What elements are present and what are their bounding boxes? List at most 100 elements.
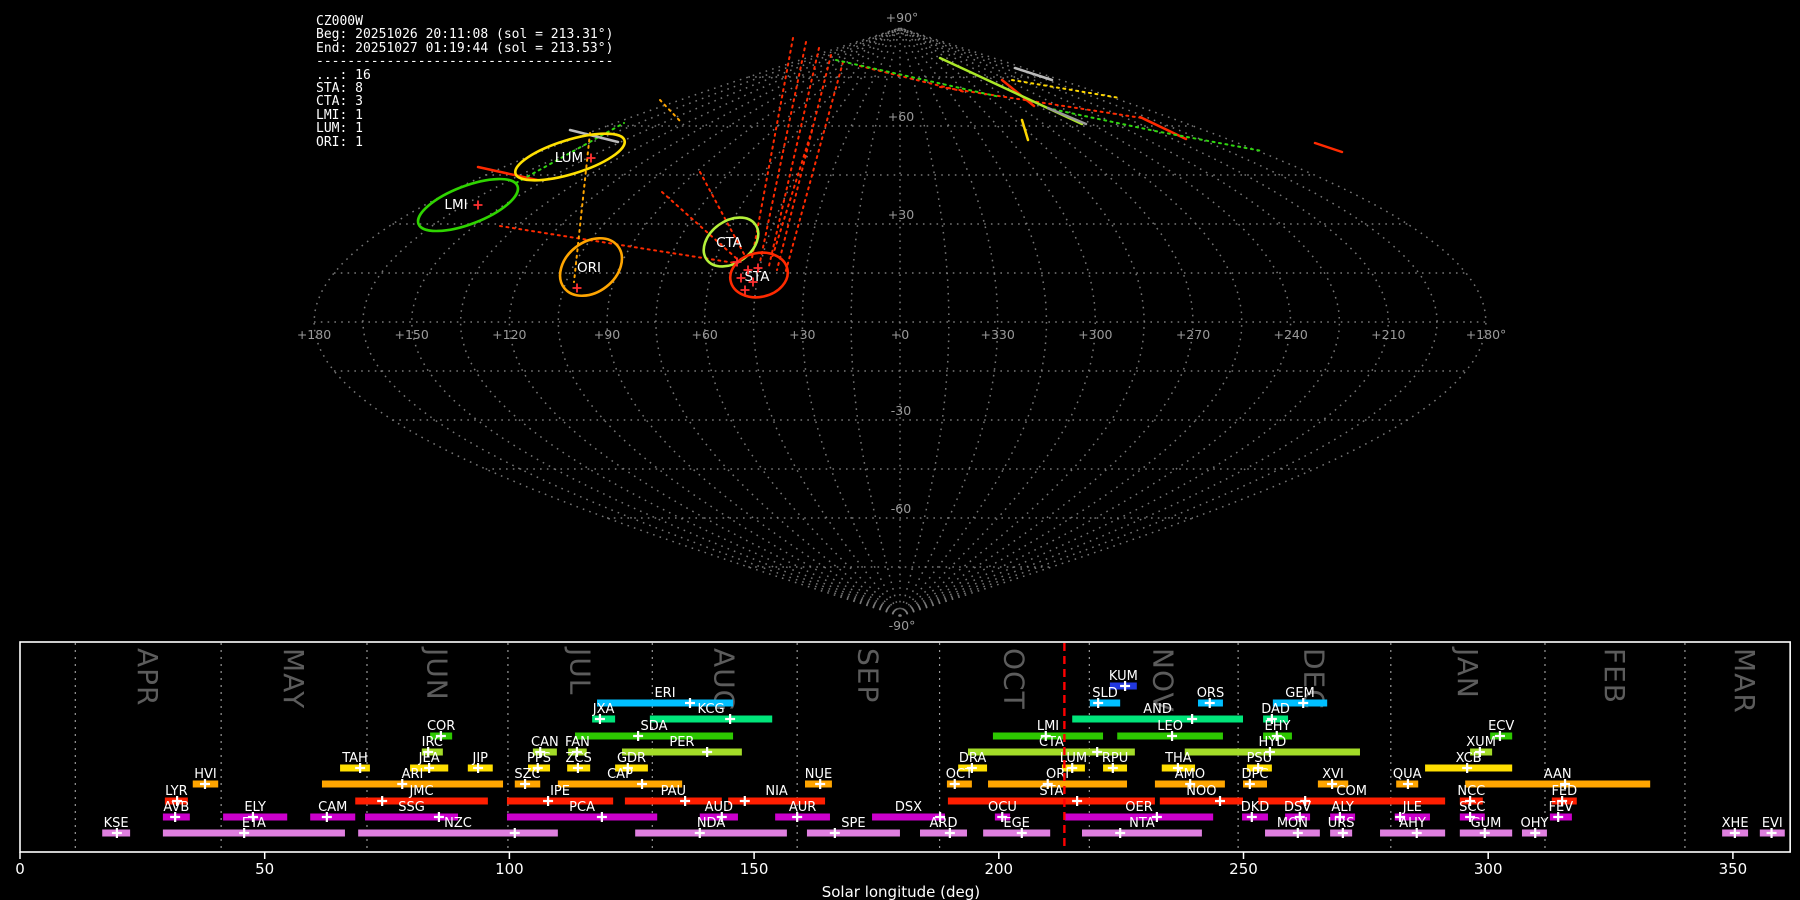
shower-code-label: QUA	[1393, 767, 1422, 782]
shower-code-label: AUD	[705, 800, 733, 815]
longitude-label: +180°	[1466, 327, 1507, 342]
shower-szc: SZC	[514, 767, 541, 789]
shower-jip: JIP	[467, 751, 493, 773]
x-tick-label: 150	[740, 860, 769, 878]
latitude-label: -30	[891, 403, 911, 418]
shower-code-label: PCA	[569, 800, 595, 815]
shower-code-label: JIP	[472, 751, 489, 766]
begin-time: Beg: 20251026 20:11:08 (sol = 213.31°)	[316, 27, 614, 43]
shower-code-label: SZC	[514, 767, 540, 782]
shower-mon: MON	[1265, 816, 1320, 838]
count-sporadic: ...: 16	[316, 67, 371, 83]
meteor-trail	[768, 47, 820, 267]
month-label: SEP	[852, 648, 885, 703]
grid-meridian	[606, 27, 901, 617]
shower-code-label: EVI	[1762, 816, 1783, 831]
longitude-label: +90	[594, 327, 620, 342]
shower-xcb: XCB	[1425, 751, 1513, 773]
shower-code-label: ARD	[930, 816, 958, 831]
shower-code-label: NOO	[1186, 784, 1216, 799]
meteor-trail	[476, 165, 539, 182]
radiant-ellipse-outline	[416, 177, 520, 233]
meteor-trail	[659, 99, 682, 123]
longitude-label: +60	[691, 327, 717, 342]
month-label: APR	[131, 648, 164, 707]
shower-code-label: STA	[1039, 784, 1063, 799]
shower-code-label: AHY	[1399, 816, 1426, 831]
longitude-label: +120	[492, 327, 526, 342]
longitude-label: +180	[297, 327, 331, 342]
month-label: MAY	[277, 648, 310, 709]
shower-code-label: CAM	[318, 800, 347, 815]
shower-code-label: JMC	[408, 784, 433, 799]
shower-code-label: SLD	[1092, 686, 1118, 701]
radiant-ellipse-lmi	[416, 177, 520, 233]
shower-code-label: ORS	[1197, 686, 1225, 701]
shower-code-label: PSU	[1247, 751, 1273, 766]
meteor-trail	[776, 54, 832, 271]
longitude-label: +210	[1371, 327, 1405, 342]
shower-code-label: FED	[1551, 784, 1577, 799]
pole-label-north: +90°	[886, 10, 919, 25]
shower-oct: OCT	[946, 767, 973, 789]
count-sta: STA: 8	[316, 81, 363, 97]
grid-meridian	[899, 27, 1194, 617]
meteor-trail	[784, 61, 844, 275]
shower-code-label: NDA	[697, 816, 726, 831]
shower-code-label: SDA	[641, 719, 668, 734]
shower-code-label: JEA	[418, 751, 440, 766]
shower-qua: QUA	[1393, 767, 1422, 789]
shower-hvi: HVI	[192, 767, 219, 789]
shower-code-label: OHY	[1520, 816, 1548, 831]
shower-code-label: ERI	[654, 686, 675, 701]
shower-jxa: JXA	[592, 702, 616, 724]
shower-code-label: ALY	[1331, 800, 1353, 815]
shower-code-label: XCB	[1456, 751, 1482, 766]
shower-ege: EGE	[983, 816, 1051, 838]
radiant-label-cta: CTA	[716, 235, 743, 251]
shower-code-label: NCC	[1457, 784, 1485, 799]
longitude-label: +30	[789, 327, 815, 342]
shower-dpc: DPC	[1242, 767, 1269, 789]
observation-info: CZ000W Beg: 20251026 20:11:08 (sol = 213…	[316, 15, 613, 149]
shower-nue: NUE	[805, 767, 832, 789]
x-tick-label: 350	[1719, 860, 1748, 878]
shower-code-label: JLE	[1402, 800, 1422, 815]
shower-code-label: EGE	[1003, 816, 1030, 831]
shower-code-label: NUE	[805, 767, 832, 782]
shower-code-label: ELY	[244, 800, 266, 815]
count-lum: LUM: 1	[316, 121, 363, 137]
shower-dkd: DKD	[1241, 800, 1269, 822]
count-lmi: LMI: 1	[316, 107, 363, 123]
shower-code-label: SCC	[1459, 800, 1485, 815]
latitude-label: -60	[891, 501, 911, 516]
shower-code-label: CTA	[1039, 735, 1064, 750]
shower-code-label: OCT	[946, 767, 973, 782]
shower-sld: SLD	[1089, 686, 1121, 708]
count-ori: ORI: 1	[316, 134, 363, 150]
shower-code-label: XVI	[1322, 767, 1344, 782]
shower-code-label: DPC	[1242, 767, 1269, 782]
x-tick-label: 200	[984, 860, 1013, 878]
shower-code-label: THA	[1164, 751, 1192, 766]
grid-meridian	[899, 27, 1243, 617]
shower-code-label: URS	[1328, 816, 1355, 831]
x-tick-label: 300	[1474, 860, 1503, 878]
shower-code-label: HYD	[1259, 735, 1287, 750]
month-label: JAN	[1451, 646, 1484, 699]
meteor-trail	[1313, 141, 1344, 154]
shower-code-label: IRC	[422, 735, 443, 750]
shower-zcs: ZCS	[566, 751, 592, 773]
end-time: End: 20251027 01:19:44 (sol = 213.53°)	[316, 40, 614, 56]
shower-ohy: OHY	[1520, 816, 1548, 838]
shower-code-label: DSV	[1284, 800, 1311, 815]
month-label: FEB	[1598, 648, 1631, 704]
shower-code-label: DSX	[895, 800, 922, 815]
month-label: OCT	[997, 648, 1030, 710]
shower-code-label: GEM	[1285, 686, 1315, 701]
meteor-observation-screen: { "info": { "station": "CZ000W", "lines"…	[0, 0, 1800, 900]
pole-label-south: -90°	[889, 618, 916, 633]
shower-code-label: PPS	[527, 751, 551, 766]
shower-xhe: XHE	[1722, 816, 1749, 838]
longitude-label: +330	[980, 327, 1014, 342]
